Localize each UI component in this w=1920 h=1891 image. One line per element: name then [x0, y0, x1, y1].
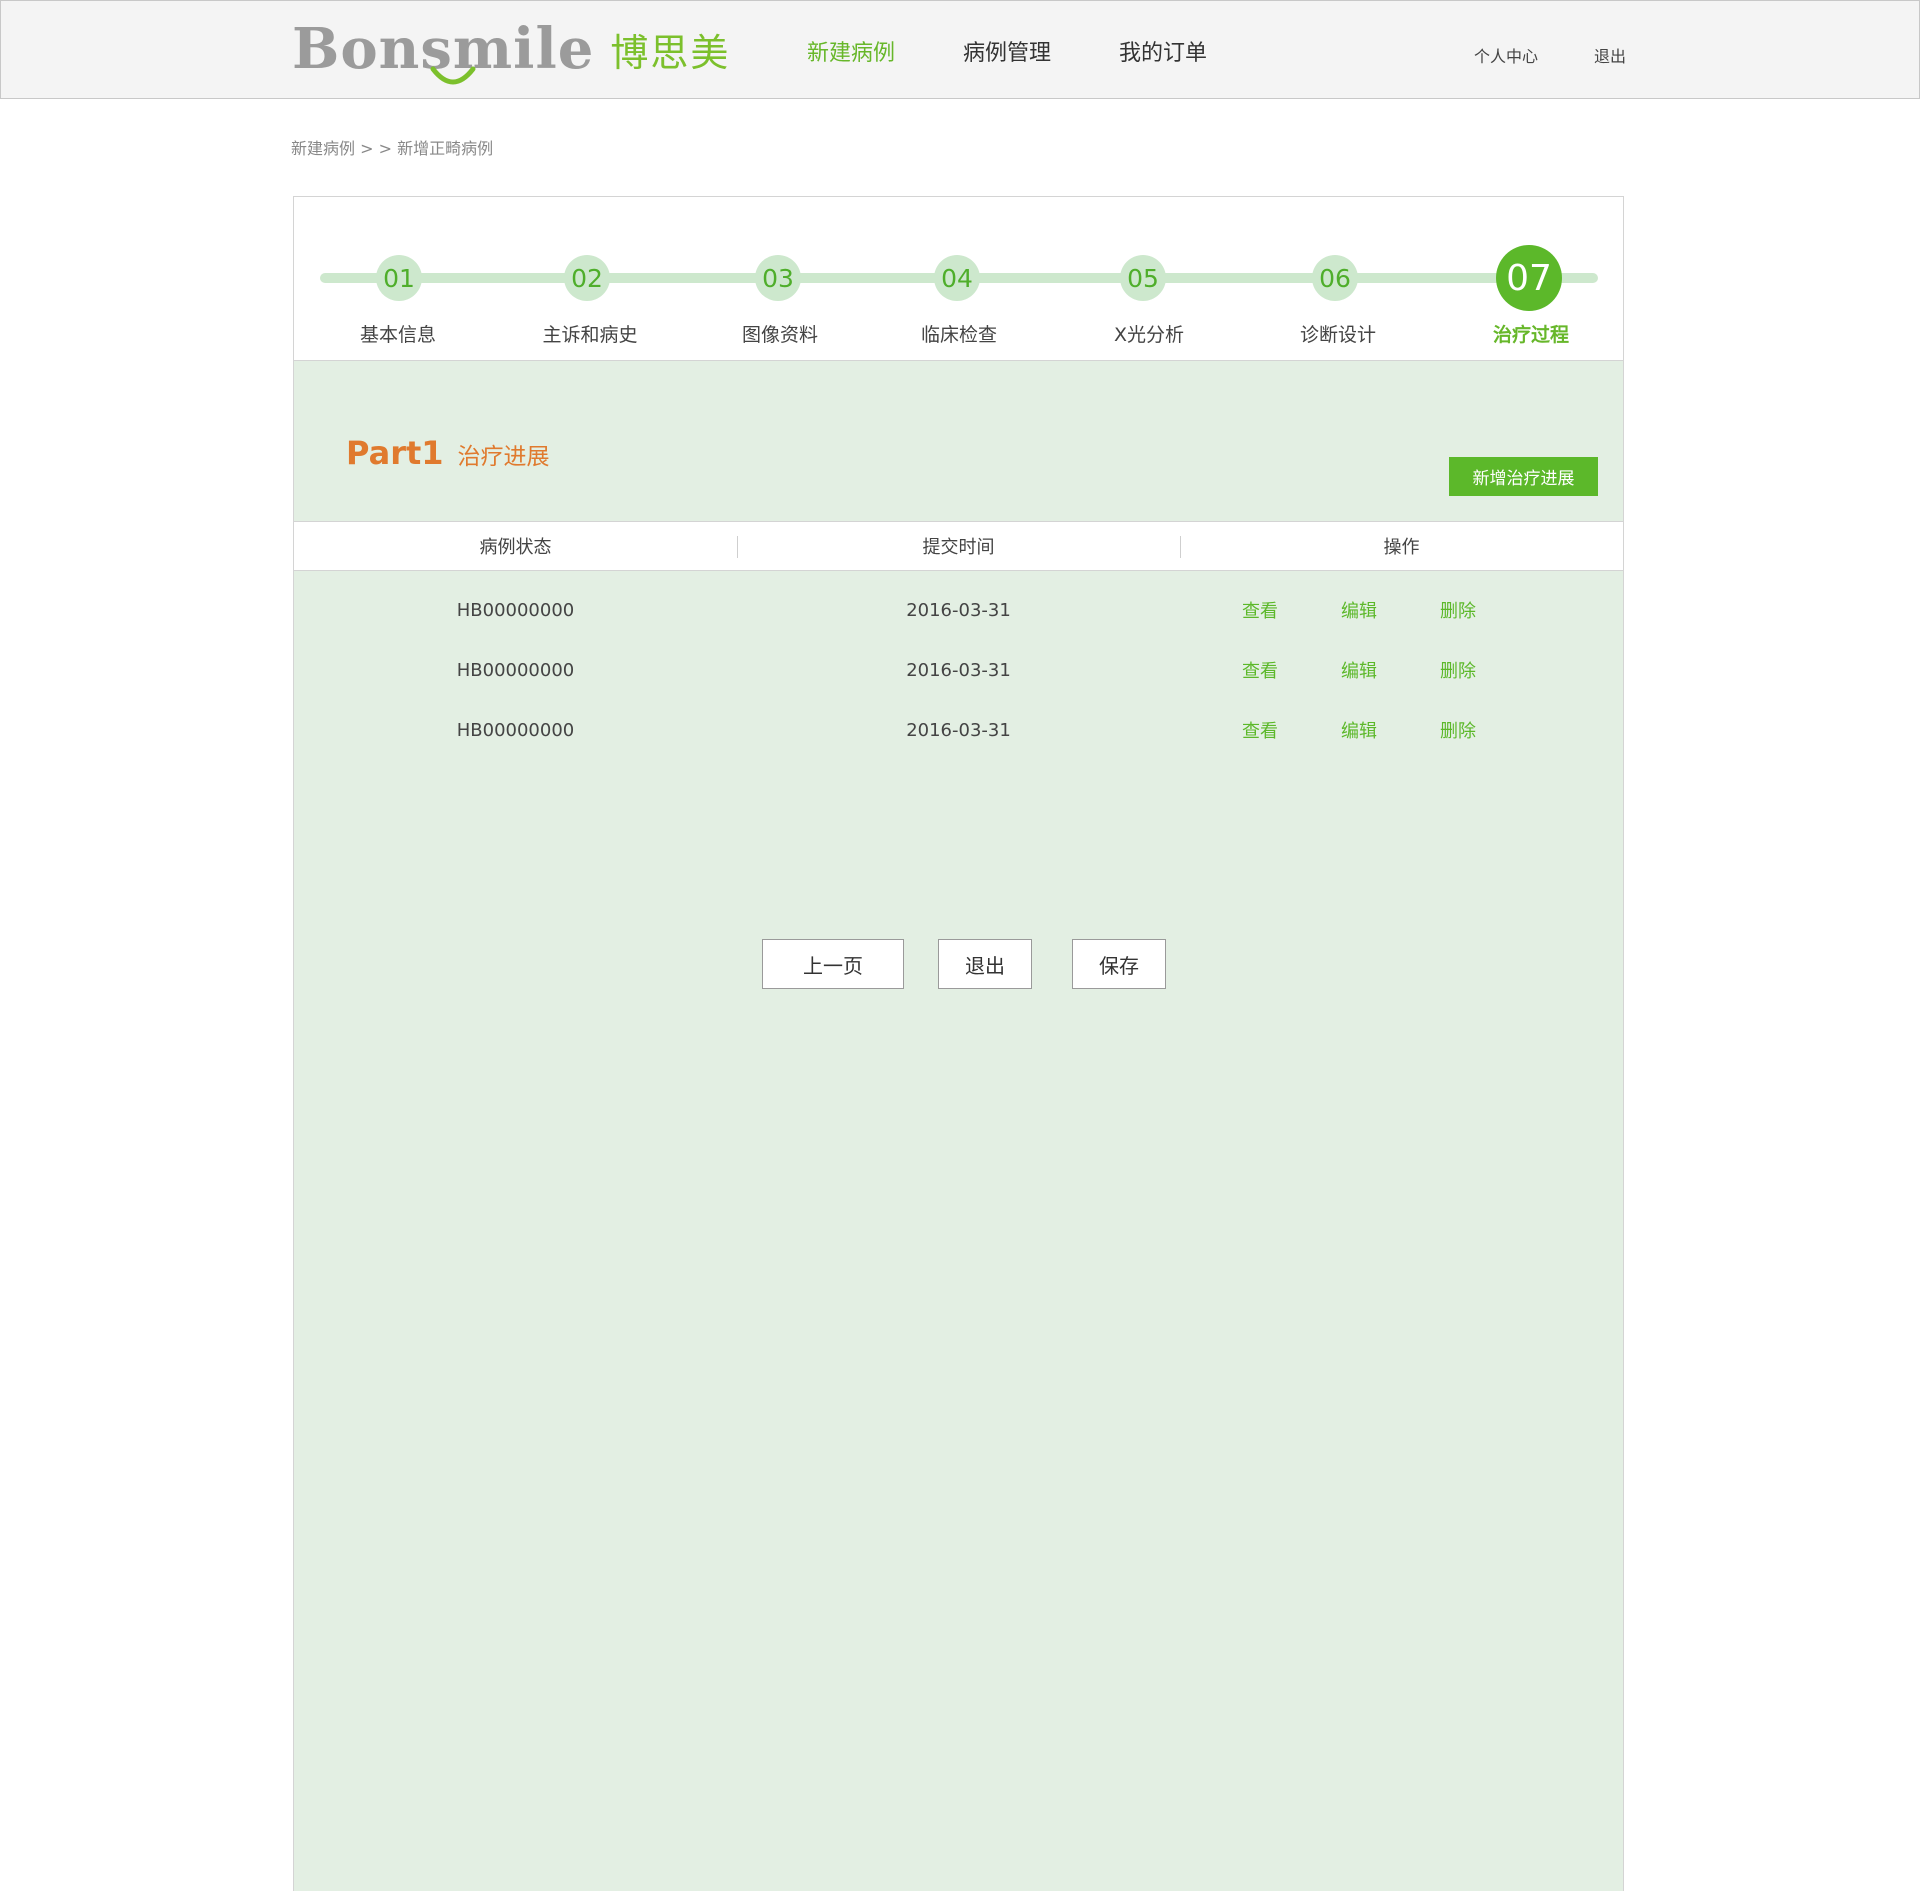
top-header: Bonsmile 博思美 新建病例 病例管理 我的订单 个人中心 退出 — [0, 0, 1920, 99]
delete-link[interactable]: 删除 — [1440, 717, 1476, 743]
column-header-actions: 操作 — [1180, 522, 1623, 570]
personal-center-link[interactable]: 个人中心 — [1474, 43, 1538, 67]
step-4-circle[interactable]: 04 — [934, 255, 980, 301]
logout-link[interactable]: 退出 — [1594, 43, 1626, 67]
step-3-circle[interactable]: 03 — [755, 255, 801, 301]
step-2-label[interactable]: 主诉和病史 — [542, 320, 637, 347]
actions-cell: 查看 编辑 删除 — [1180, 590, 1623, 630]
delete-link[interactable]: 删除 — [1440, 597, 1476, 623]
edit-link[interactable]: 编辑 — [1341, 657, 1377, 683]
submit-time-cell: 2016-03-31 — [906, 599, 1011, 621]
actions-cell: 查看 编辑 删除 — [1180, 650, 1623, 690]
part-heading: Part1 治疗进展 — [346, 434, 550, 472]
table-row: HB00000000 2016-03-31 查看 编辑 删除 — [294, 590, 1623, 630]
part-title: 治疗进展 — [457, 444, 550, 470]
brand-logo[interactable]: Bonsmile 博思美 — [292, 9, 730, 89]
step-1-circle[interactable]: 01 — [376, 255, 422, 301]
step-3-label[interactable]: 图像资料 — [742, 320, 818, 347]
step-7-label[interactable]: 治疗过程 — [1493, 320, 1569, 347]
step-7-circle[interactable]: 07 — [1496, 245, 1562, 311]
main-nav: 新建病例 病例管理 我的订单 — [807, 35, 1275, 67]
step-6-circle[interactable]: 06 — [1312, 255, 1358, 301]
add-treatment-progress-button[interactable]: 新增治疗进展 — [1449, 457, 1598, 496]
actions-cell: 查看 编辑 删除 — [1180, 710, 1623, 750]
case-panel: 01 基本信息 02 主诉和病史 03 图像资料 04 临床检查 05 X光分析… — [293, 196, 1624, 1891]
table-header: 病例状态 提交时间 操作 — [293, 521, 1624, 571]
submit-time-cell: 2016-03-31 — [906, 719, 1011, 741]
step-progress: 01 基本信息 02 主诉和病史 03 图像资料 04 临床检查 05 X光分析… — [294, 197, 1623, 361]
column-header-submit-time: 提交时间 — [737, 522, 1180, 570]
edit-link[interactable]: 编辑 — [1341, 597, 1377, 623]
smile-logo-icon — [430, 66, 476, 85]
user-links: 个人中心 退出 — [1474, 43, 1682, 67]
view-link[interactable]: 查看 — [1242, 717, 1278, 743]
step-4-label[interactable]: 临床检查 — [921, 320, 997, 347]
part-number: Part1 — [346, 434, 444, 472]
nav-my-orders[interactable]: 我的订单 — [1119, 35, 1207, 67]
step-6-label[interactable]: 诊断设计 — [1300, 320, 1376, 347]
step-5-label[interactable]: X光分析 — [1114, 320, 1184, 347]
exit-button[interactable]: 退出 — [938, 939, 1032, 989]
step-5-circle[interactable]: 05 — [1120, 255, 1166, 301]
logo-chinese-name: 博思美 — [610, 30, 731, 75]
column-header-status: 病例状态 — [479, 537, 552, 558]
step-1-label[interactable]: 基本信息 — [360, 320, 436, 347]
view-link[interactable]: 查看 — [1242, 597, 1278, 623]
case-status-cell: HB00000000 — [456, 719, 575, 741]
delete-link[interactable]: 删除 — [1440, 657, 1476, 683]
case-status-cell: HB00000000 — [456, 599, 575, 621]
table-row: HB00000000 2016-03-31 查看 编辑 删除 — [294, 710, 1623, 750]
nav-case-management[interactable]: 病例管理 — [963, 35, 1051, 67]
nav-new-case[interactable]: 新建病例 — [807, 35, 895, 67]
view-link[interactable]: 查看 — [1242, 657, 1278, 683]
previous-page-button[interactable]: 上一页 — [762, 939, 904, 989]
edit-link[interactable]: 编辑 — [1341, 717, 1377, 743]
table-row: HB00000000 2016-03-31 查看 编辑 删除 — [294, 650, 1623, 690]
case-status-cell: HB00000000 — [456, 659, 575, 681]
save-button[interactable]: 保存 — [1072, 939, 1166, 989]
breadcrumb: 新建病例 > > 新增正畸病例 — [291, 139, 494, 158]
step-2-circle[interactable]: 02 — [564, 255, 610, 301]
submit-time-cell: 2016-03-31 — [906, 659, 1011, 681]
